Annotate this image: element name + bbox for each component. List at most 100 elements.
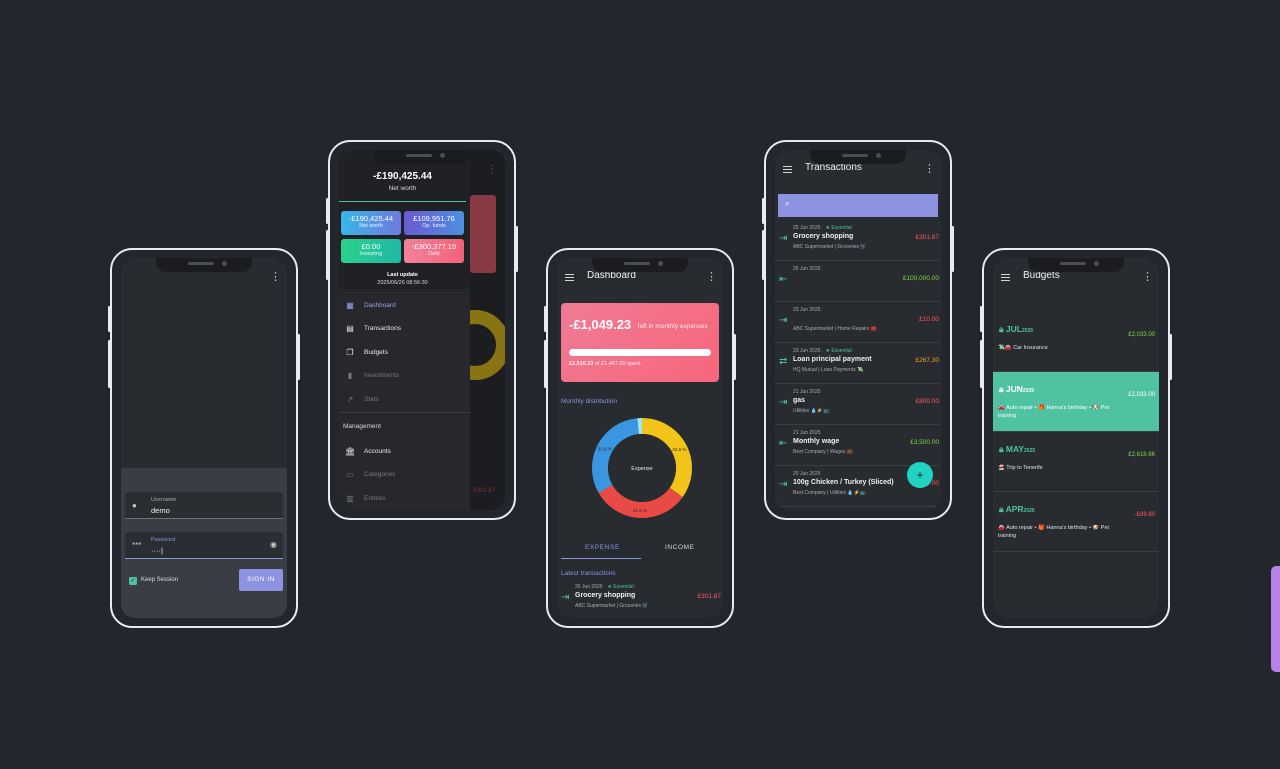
budget-month-text: APR [1005,504,1024,514]
budget-description: 🚘 Auto repair • 🎁 Hanna's birthday • 🐶 P… [998,405,1110,419]
budget-month-text: JUL [1005,324,1022,334]
out-icon: ⇥ [779,397,788,408]
nav-budgets[interactable]: ❐ Budgets [345,348,387,357]
nav-label: Investments [364,372,400,379]
username-field[interactable]: ● Username demo [125,492,283,519]
tx-sub: ABC Supermarket | Home Repairs 🧰 [793,326,877,332]
person-icon: ● [132,501,137,510]
budget-month: 🔒︎ APR2025 [999,504,1035,515]
budget-row[interactable]: 🔒︎ MAY2025 £2,618.66 🏖️ Trip to Tenerife [993,432,1159,492]
latest-transaction-row[interactable]: ⇥ 25 Jun 2025 ★ Essential Grocery shoppin… [557,579,723,618]
management-heading: Management [343,423,381,430]
nav-entities[interactable]: ▥ Entities [345,494,385,503]
distribution-donut-chart[interactable]: 34.9 % 31.8 % 31.8 % Expense [557,406,723,536]
tab-indicator [561,558,641,560]
eye-icon[interactable]: ◉ [270,540,277,549]
menu-icon[interactable] [1001,274,1010,281]
add-transaction-button[interactable]: + [907,462,933,488]
tx-date: 23 Jun 2025 [793,307,826,313]
monthly-budget-card[interactable]: -£1,049.23 left in monthly expenses £2,5… [561,303,719,382]
keep-session-checkbox[interactable]: ✓ [129,577,137,585]
budget-row[interactable]: 🔒︎ JUL2025 £2,033.00 💸🚘 Car Insurance [993,312,1159,372]
lock-icon: 🔒︎ [999,324,1004,334]
budget-row[interactable]: 🔒︎ JUN2025 £2,033.00 🚘 Auto repair • 🎁 Han… [993,372,1159,432]
nav-accounts[interactable]: 🏛 Accounts [345,447,391,456]
budget-description: 🏖️ Trip to Tenerife [998,465,1043,471]
tab-expense[interactable]: EXPENSE [585,544,620,551]
password-field[interactable]: *** Password ····| ◉ [125,532,283,559]
transaction-row[interactable]: ⇄ 23 Jun 2025 ★ Essential Loan principal pa… [775,343,941,384]
lock-icon: 🔒︎ [999,504,1004,514]
nav-investments[interactable]: ▮ Investments [345,371,399,380]
budget-year: 2025 [1022,388,1035,394]
budget-row[interactable]: 🔒︎ APR2025 -£89.60 🚘 Auto repair • 🎁 Hanna… [993,492,1159,552]
in-icon: ⇤ [779,438,788,449]
phone-notch [156,258,252,272]
left-text: left in monthly expenses [638,323,708,330]
more-vert-icon[interactable]: ⋮ [270,272,281,283]
more-vert-icon[interactable]: ⋮ [924,164,935,175]
tile-amount: -£190,425.44 [348,214,394,223]
tx-date-text: 25 Jun 2025 [793,225,821,231]
header-divider [339,201,466,202]
lock-icon: 🔒︎ [999,384,1004,394]
budget-month: 🔒︎ MAY2025 [999,444,1035,455]
tile-op-funds[interactable]: £109,951.76 Op. funds [404,211,464,235]
spent-text: £2,516.23 of £1,467.00 spent [569,361,641,367]
side-tab[interactable] [1271,566,1280,672]
nav-categories[interactable]: ▭ Categories [345,470,395,479]
tx-date-text: 21 Jun 2025 [793,389,821,395]
tx-amount: £301.87 [915,234,940,241]
budget-month: 🔒︎ JUL2025 [999,324,1033,335]
budget-year: 2025 [1021,328,1034,334]
navigation-drawer: -£190,425.44 Net worth -£190,425.44 Net … [339,150,470,510]
tile-label: Investing [359,251,382,257]
more-vert-icon[interactable]: ⋮ [706,272,717,283]
transaction-row[interactable]: ⇤ 25 Jun 2025 £100,000.00 [775,261,941,302]
monthly-distribution-heading: Monthly distribution [561,398,617,405]
budgets-screen: Budgets ⋮ 🔒︎ JUL2025 £2,033.00 💸🚘 Car Insu… [993,258,1159,618]
transaction-row[interactable]: ⇥ 25 Jun 2025 ★ Essential Grocery shopping A… [775,220,941,261]
phone-budgets: Budgets ⋮ 🔒︎ JUL2025 £2,033.00 💸🚘 Car Insu… [982,248,1170,628]
slice-label: 31.8 % [633,508,647,513]
transaction-row[interactable]: ⇥ 23 Jun 2025 ABC Supermarket | Home Repai… [775,302,941,343]
tile-net-worth[interactable]: -£190,425.44 Net worth [341,211,401,235]
tab-income[interactable]: INCOME [665,544,695,551]
nav-label: Stats [364,396,379,403]
transaction-row[interactable]: ⇥ 21 Jun 2025 gas Utilities 💧⚡📺 £800.00 [775,384,941,425]
background-card [470,195,496,273]
tx-date: 25 Jun 2025 [793,266,826,272]
password-value[interactable]: ····| [151,546,163,555]
nav-transactions[interactable]: ▤ Transactions [345,324,401,333]
phone-login: ⋮ ● Username demo *** Password ····| ◉ ✓… [110,248,298,628]
transfer-icon: ⇄ [779,356,788,367]
nav-dashboard[interactable]: ▦ Dashboard [345,301,396,310]
tx-date: 23 Jun 2025 ★ Essential [793,348,852,354]
menu-icon[interactable] [783,166,792,173]
tile-amount: -£300,377.19 [411,242,457,251]
login-screen: ⋮ ● Username demo *** Password ····| ◉ ✓… [121,258,287,618]
username-value[interactable]: demo [151,506,170,515]
tx-sub: HQ Mutual | Loan Payments 💸 [793,367,864,373]
menu-icon[interactable] [565,274,574,281]
budget-amount: -£89.60 [1134,512,1155,518]
transaction-row[interactable]: ⇤ 21 Jun 2025 Monthly wage Best Company | W… [775,425,941,466]
login-panel: ● Username demo *** Password ····| ◉ ✓ K… [121,468,287,618]
phone-dashboard: Dashboard ⋮ -£1,049.23 left in monthly e… [546,248,734,628]
tx-amount: £301.87 [697,593,722,600]
tx-date-text: 23 Jun 2025 [793,307,821,313]
phone-notch [810,150,906,164]
search-bar[interactable]: ⌕ [778,194,938,217]
tile-debt[interactable]: -£300,377.19 Debt [404,239,464,263]
sign-in-button[interactable]: SIGN IN [239,569,283,591]
net-worth-amount: -£190,425.44 [373,171,432,182]
spent-progress-bar [569,349,711,356]
tile-investing[interactable]: £0.00 Investing [341,239,401,263]
more-vert-icon[interactable]: ⋮ [1142,272,1153,283]
last-update-label: Last update [387,272,418,278]
nav-stats[interactable]: ↗ Stats [345,395,379,404]
receipt-icon: ▤ [346,324,354,333]
tx-date: 21 Jun 2025 [793,389,826,395]
password-label: Password [151,537,176,543]
tx-name: Grocery shopping [793,233,854,240]
